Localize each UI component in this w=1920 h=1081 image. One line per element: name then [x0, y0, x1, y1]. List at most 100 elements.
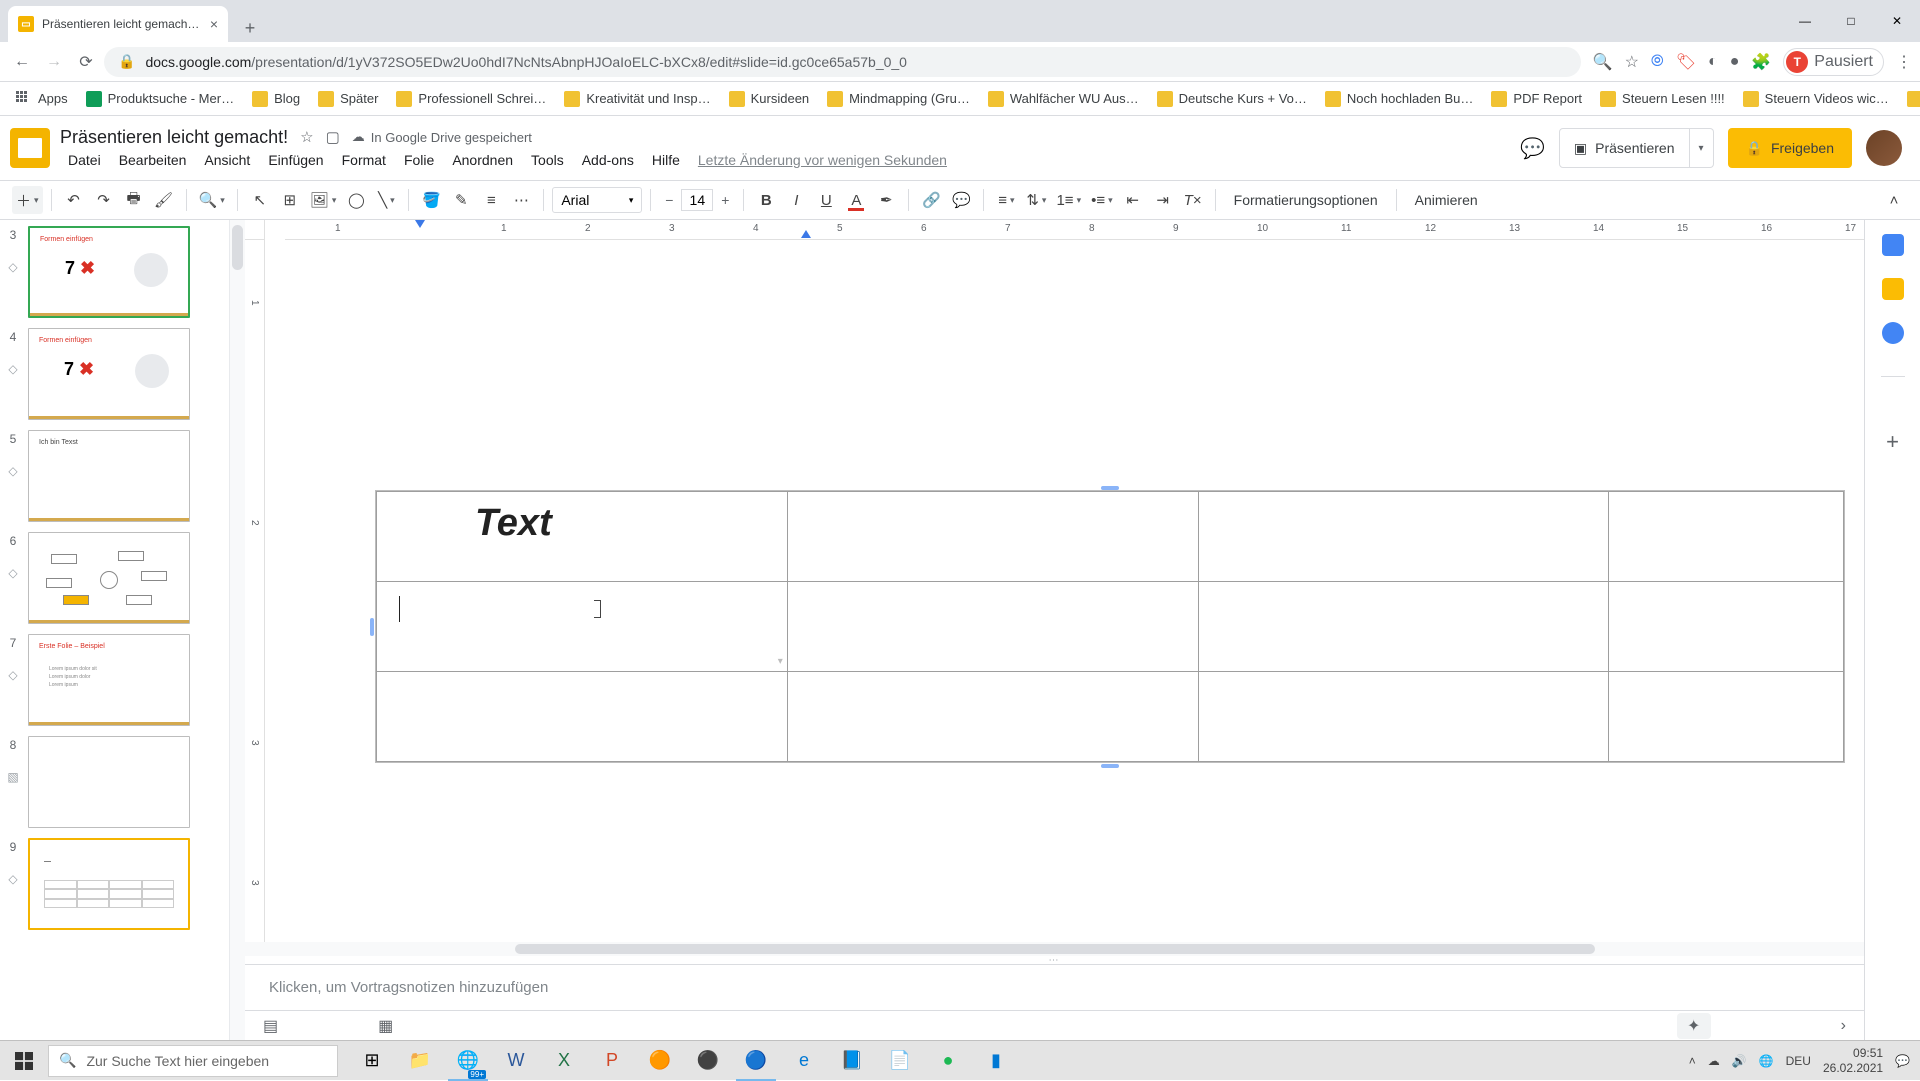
extension-circle-icon[interactable]: ◐	[1708, 53, 1718, 71]
tray-language[interactable]: DEU	[1786, 1054, 1811, 1068]
border-weight-button[interactable]: ≡	[477, 186, 505, 214]
print-button[interactable]: 🖶	[120, 186, 148, 214]
image-tool[interactable]: 🖼	[306, 186, 341, 214]
extensions-puzzle-icon[interactable]: 🧩	[1751, 52, 1771, 72]
start-button[interactable]	[0, 1041, 48, 1081]
present-dropdown[interactable]: ▾	[1690, 128, 1714, 168]
obs-app-button[interactable]: ⚫	[684, 1041, 732, 1081]
bookmark-star-icon[interactable]: ☆	[1625, 52, 1639, 72]
reload-button[interactable]: ⟳	[72, 48, 100, 76]
menu-edit[interactable]: Bearbeiten	[111, 150, 195, 170]
transition-icon[interactable]: ◇	[8, 362, 17, 376]
align-button[interactable]: ≡	[992, 186, 1020, 214]
browser-menu-icon[interactable]: ⋮	[1896, 52, 1912, 72]
table-cell[interactable]	[377, 672, 788, 762]
font-size-decrease[interactable]: −	[659, 189, 679, 211]
address-bar[interactable]: 🔒 docs.google.com/presentation/d/1yV372S…	[104, 47, 1581, 77]
numbered-list-button[interactable]: 1≡	[1052, 186, 1085, 214]
fill-color-button[interactable]: 🪣	[417, 186, 445, 214]
reader-icon[interactable]: ⦾	[1651, 53, 1664, 71]
profile-button[interactable]: T Pausiert	[1783, 48, 1884, 76]
bookmark-item[interactable]: Professionell Schrei…	[390, 87, 552, 111]
transition-icon[interactable]: ▧	[7, 770, 18, 784]
slide-thumb-8[interactable]	[28, 736, 190, 828]
bookmark-item[interactable]: Wahlfächer WU Aus…	[982, 87, 1145, 111]
slide-thumb-9[interactable]: —	[28, 838, 190, 930]
slide-canvas[interactable]: Text ▾	[265, 240, 1864, 942]
share-button[interactable]: 🔒Freigeben	[1728, 128, 1852, 168]
drive-status[interactable]: ☁In Google Drive gespeichert	[352, 129, 532, 145]
slide-thumb-3[interactable]: Formen einfügen7 ✖	[28, 226, 190, 318]
table-cell[interactable]	[1609, 672, 1844, 762]
keep-sidebar-icon[interactable]	[1882, 278, 1904, 300]
menu-view[interactable]: Ansicht	[196, 150, 258, 170]
slide-thumb-7[interactable]: Erste Folie – BeispielLorem ipsum dolor …	[28, 634, 190, 726]
indent-decrease-button[interactable]: ⇤	[1119, 186, 1147, 214]
slide-thumb-4[interactable]: Formen einfügen7 ✖	[28, 328, 190, 420]
zoom-button[interactable]: 🔍	[195, 186, 229, 214]
bookmark-item[interactable]: Noch hochladen Bu…	[1319, 87, 1479, 111]
document-title[interactable]: Präsentieren leicht gemacht!	[60, 127, 288, 148]
file-explorer-button[interactable]: 📁	[396, 1041, 444, 1081]
menu-format[interactable]: Format	[334, 150, 394, 170]
textbox-tool[interactable]: ⊞	[276, 186, 304, 214]
transition-icon[interactable]: ◇	[8, 872, 17, 886]
table-cell[interactable]	[787, 582, 1198, 672]
line-spacing-button[interactable]: ⇅	[1022, 186, 1050, 214]
transition-icon[interactable]: ◇	[8, 566, 17, 580]
slides-logo-icon[interactable]	[10, 128, 50, 168]
font-size-input[interactable]	[681, 189, 713, 211]
edge-legacy-button[interactable]: e	[780, 1041, 828, 1081]
animate-button[interactable]: Animieren	[1405, 192, 1488, 208]
clear-format-button[interactable]: T×	[1179, 186, 1207, 214]
transition-icon[interactable]: ◇	[8, 464, 17, 478]
comments-icon[interactable]: 💬	[1520, 136, 1545, 161]
browser-tab[interactable]: ▭ Präsentieren leicht gemacht! - G… ×	[8, 6, 228, 42]
font-size-increase[interactable]: +	[715, 189, 735, 211]
back-button[interactable]: ←	[8, 48, 36, 76]
star-icon[interactable]: ☆	[300, 128, 313, 146]
horizontal-scrollbar[interactable]	[245, 942, 1864, 956]
border-dash-button[interactable]: ⋯	[507, 186, 535, 214]
app-button[interactable]: 📘	[828, 1041, 876, 1081]
menu-slide[interactable]: Folie	[396, 150, 442, 170]
font-selector[interactable]: Arial▾	[552, 187, 642, 213]
edge-app-button[interactable]: 🌐99+	[444, 1041, 492, 1081]
table-cell[interactable]	[1198, 492, 1609, 582]
menu-file[interactable]: Datei	[60, 150, 109, 170]
bookmark-item[interactable]: Später	[312, 87, 384, 111]
indent-increase-button[interactable]: ⇥	[1149, 186, 1177, 214]
grid-view-icon[interactable]: ▦	[378, 1016, 393, 1036]
transition-icon[interactable]: ◇	[8, 260, 17, 274]
bookmark-item[interactable]: Blog	[246, 87, 306, 111]
cell-dropdown-icon[interactable]: ▾	[778, 656, 783, 667]
taskbar-search[interactable]: 🔍 Zur Suche Text hier eingeben	[48, 1045, 338, 1077]
bookmark-item[interactable]: Produktsuche - Mer…	[80, 87, 240, 111]
filmstrip[interactable]: 3◇ Formen einfügen7 ✖ 4◇ Formen einfügen…	[0, 220, 229, 1040]
extension-shopping-icon[interactable]: 🏷	[1676, 52, 1696, 72]
redo-button[interactable]: ↷	[90, 186, 118, 214]
collapse-toolbar-button[interactable]: ˄	[1880, 186, 1908, 214]
calendar-sidebar-icon[interactable]	[1882, 234, 1904, 256]
bulleted-list-button[interactable]: •≡	[1087, 186, 1117, 214]
explore-button[interactable]: ✦	[1677, 1013, 1711, 1039]
powerpoint-app-button[interactable]: P	[588, 1041, 636, 1081]
table-handle-top[interactable]	[1101, 486, 1119, 490]
italic-button[interactable]: I	[782, 186, 810, 214]
slide-table[interactable]: Text ▾	[375, 490, 1845, 763]
word-app-button[interactable]: W	[492, 1041, 540, 1081]
new-slide-button[interactable]: ＋	[12, 186, 43, 214]
select-tool[interactable]: ↖	[246, 186, 274, 214]
transition-icon[interactable]: ◇	[8, 668, 17, 682]
extension-dot-icon[interactable]: ●	[1730, 53, 1740, 71]
menu-arrange[interactable]: Anordnen	[444, 150, 521, 170]
slide-thumb-5[interactable]: Ich bin Texst	[28, 430, 190, 522]
excel-app-button[interactable]: X	[540, 1041, 588, 1081]
spotify-app-button[interactable]: ●	[924, 1041, 972, 1081]
format-options-button[interactable]: Formatierungsoptionen	[1224, 192, 1388, 208]
last-edit-info[interactable]: Letzte Änderung vor wenigen Sekunden	[690, 150, 955, 170]
table-cell[interactable]	[787, 492, 1198, 582]
slide-thumb-6[interactable]	[28, 532, 190, 624]
new-tab-button[interactable]: +	[236, 14, 264, 42]
border-color-button[interactable]: ✎	[447, 186, 475, 214]
